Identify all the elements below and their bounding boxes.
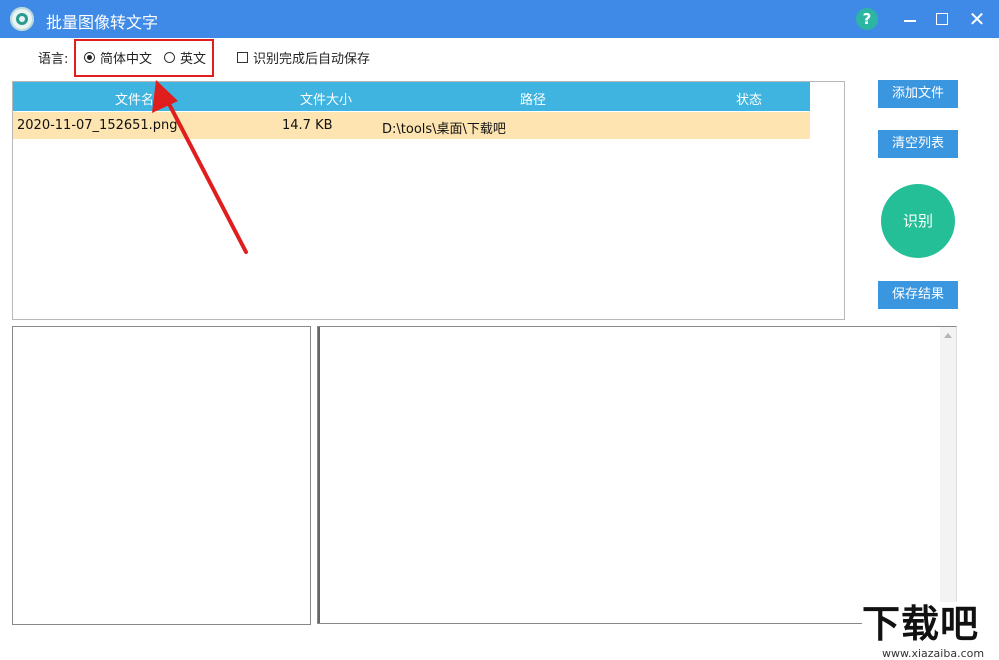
column-header-filesize[interactable]: 文件大小: [300, 89, 352, 108]
column-header-status[interactable]: 状态: [736, 89, 762, 108]
minimize-icon[interactable]: [898, 7, 922, 31]
result-text-area[interactable]: [317, 326, 957, 624]
maximize-icon[interactable]: [930, 7, 954, 31]
window-title: 批量图像转文字: [46, 13, 159, 32]
cell-path: D:\tools\桌面\下载吧: [382, 122, 506, 137]
file-list-table: 文件名 文件大小 路径 状态 2020-11-07_152651.png 14.…: [12, 81, 845, 320]
autosave-checkbox-label: 识别完成后自动保存: [253, 52, 371, 67]
clear-list-button[interactable]: 清空列表: [878, 130, 958, 158]
help-icon[interactable]: ?: [856, 8, 878, 30]
vertical-scrollbar[interactable]: [940, 327, 956, 623]
table-header: 文件名 文件大小 路径 状态: [13, 82, 810, 111]
title-bar: 批量图像转文字 ? ✕: [0, 0, 999, 38]
watermark-text: 下载吧: [862, 602, 980, 646]
autosave-checkbox[interactable]: 识别完成后自动保存: [237, 48, 370, 67]
app-logo-icon: [10, 7, 34, 31]
save-result-button[interactable]: 保存结果: [878, 281, 958, 309]
column-header-path[interactable]: 路径: [520, 89, 546, 108]
language-label: 语言:: [38, 52, 69, 67]
cell-filename: 2020-11-07_152651.png: [17, 118, 178, 133]
watermark-logo: 下载吧 www.xiazaiba.com: [862, 602, 999, 660]
image-preview-pane: [12, 326, 311, 625]
column-header-filename[interactable]: 文件名: [115, 89, 154, 108]
close-icon[interactable]: ✕: [965, 7, 989, 31]
table-row[interactable]: 2020-11-07_152651.png 14.7 KB D:\tools\桌…: [13, 112, 810, 139]
watermark-url: www.xiazaiba.com: [882, 647, 985, 660]
add-file-button[interactable]: 添加文件: [878, 80, 958, 108]
recognize-button[interactable]: 识别: [881, 184, 955, 258]
cell-filesize: 14.7 KB: [282, 118, 333, 133]
checkbox-unchecked-icon[interactable]: [237, 52, 248, 63]
scroll-up-icon[interactable]: [944, 333, 952, 338]
annotation-highlight-box: [74, 39, 214, 77]
